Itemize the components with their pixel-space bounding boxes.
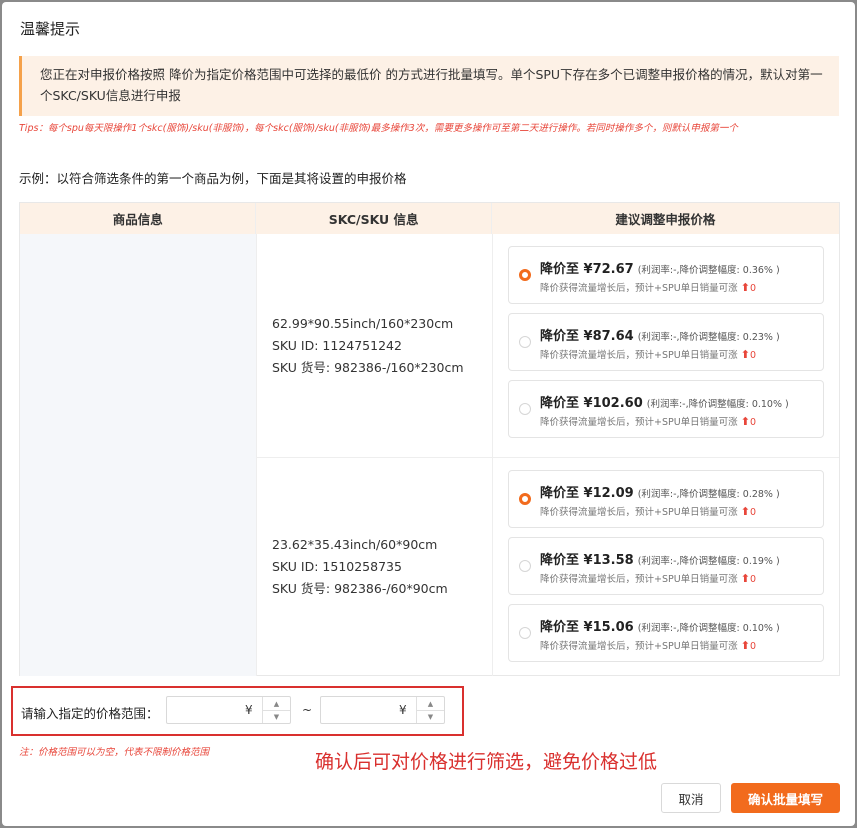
sku-id: SKU ID: 1124751242: [272, 337, 402, 353]
sales-increase: 0: [749, 507, 756, 518]
price-options: 降价至 ¥12.09 (利润率:-,降价调整幅度: 0.28% ) 降价获得流量增…: [508, 470, 824, 671]
option-price: 降价至 ¥13.58: [540, 553, 634, 568]
cancel-button[interactable]: 取消: [661, 783, 721, 813]
price-table: 商品信息 SKC/SKU 信息 建议调整申报价格 62.99*90.55inch…: [19, 202, 840, 676]
option-rate: (利润率:-,降价调整幅度: 0.36% ): [637, 265, 780, 276]
sales-increase: 0: [749, 283, 756, 294]
header-suggested-price: 建议调整申报价格: [615, 212, 716, 227]
product-info-cell: [20, 234, 257, 676]
price-options: 降价至 ¥72.67 (利润率:-,降价调整幅度: 0.36% ) 降价获得流量增…: [508, 246, 824, 447]
option-desc: 降价获得流量增长后，预计+SPU单日销量可涨: [540, 283, 738, 294]
sku-info-cell: 23.62*35.43inch/60*90cm SKU ID: 15102587…: [257, 458, 493, 676]
max-price-stepper[interactable]: ▲ ▼: [416, 697, 444, 723]
warm-tip-dialog: 温馨提示 您正在对申报价格按照 降价为指定价格范围中可选择的最低价 的方式进行批…: [2, 2, 855, 826]
notice-banner: 您正在对申报价格按照 降价为指定价格范围中可选择的最低价 的方式进行批量填写。单…: [19, 56, 839, 116]
radio-unselected[interactable]: [519, 336, 531, 348]
table-header: 商品信息 SKC/SKU 信息 建议调整申报价格: [20, 203, 839, 234]
radio-selected[interactable]: [519, 493, 531, 505]
sku-info-cell: 62.99*90.55inch/160*230cm SKU ID: 112475…: [257, 234, 493, 457]
table-row: 62.99*90.55inch/160*230cm SKU ID: 112475…: [257, 234, 839, 458]
option-rate: (利润率:-,降价调整幅度: 0.28% ): [637, 489, 780, 500]
price-option[interactable]: 降价至 ¥13.58 (利润率:-,降价调整幅度: 0.19% ) 降价获得流量增…: [508, 537, 824, 595]
price-option[interactable]: 降价至 ¥12.09 (利润率:-,降价调整幅度: 0.28% ) 降价获得流量增…: [508, 470, 824, 528]
price-option[interactable]: 降价至 ¥15.06 (利润率:-,降价调整幅度: 0.10% ) 降价获得流量增…: [508, 604, 824, 662]
sales-increase: 0: [749, 641, 756, 652]
arrow-up-icon: ⬆: [740, 415, 750, 428]
price-option[interactable]: 降价至 ¥72.67 (利润率:-,降价调整幅度: 0.36% ) 降价获得流量增…: [508, 246, 824, 304]
arrow-up-icon: ⬆: [740, 572, 750, 585]
option-desc: 降价获得流量增长后，预计+SPU单日销量可涨: [540, 350, 738, 361]
option-desc: 降价获得流量增长后，预计+SPU单日销量可涨: [540, 507, 738, 518]
option-desc: 降价获得流量增长后，预计+SPU单日销量可涨: [540, 641, 738, 652]
option-price: 降价至 ¥12.09: [540, 486, 634, 501]
option-desc: 降价获得流量增长后，预计+SPU单日销量可涨: [540, 417, 738, 428]
radio-unselected[interactable]: [519, 403, 531, 415]
radio-unselected[interactable]: [519, 560, 531, 572]
confirm-batch-fill-button[interactable]: 确认批量填写: [731, 783, 840, 813]
radio-selected[interactable]: [519, 269, 531, 281]
currency-symbol: ¥: [245, 703, 253, 717]
range-separator: ~: [302, 703, 313, 717]
max-price-input[interactable]: ¥ ▲ ▼: [320, 696, 445, 724]
option-desc: 降价获得流量增长后，预计+SPU单日销量可涨: [540, 574, 738, 585]
example-text: 示例：以符合筛选条件的第一个商品为例，下面是其将设置的申报价格: [19, 171, 407, 186]
sku-id: SKU ID: 1510258735: [272, 559, 402, 574]
option-price: 降价至 ¥72.67: [540, 262, 634, 277]
arrow-up-icon: ⬆: [740, 348, 750, 361]
sku-code: SKU 货号: 982386-/160*230cm: [272, 359, 464, 375]
price-range-label: 请输入指定的价格范围：: [21, 706, 159, 721]
price-option[interactable]: 降价至 ¥102.60 (利润率:-,降价调整幅度: 0.10% ) 降价获得流量…: [508, 380, 824, 438]
chevron-down-icon[interactable]: ▼: [417, 710, 444, 723]
option-rate: (利润率:-,降价调整幅度: 0.10% ): [637, 623, 780, 634]
price-range-box: 请输入指定的价格范围： ¥ ▲ ▼ ~ ¥ ▲ ▼: [11, 686, 464, 736]
arrow-up-icon: ⬆: [740, 505, 750, 518]
option-rate: (利润率:-,降价调整幅度: 0.10% ): [646, 399, 789, 410]
header-product-info: 商品信息: [20, 203, 257, 234]
min-price-stepper[interactable]: ▲ ▼: [262, 697, 290, 723]
arrow-up-icon: ⬆: [740, 281, 750, 294]
option-rate: (利润率:-,降价调整幅度: 0.19% ): [637, 556, 780, 567]
radio-unselected[interactable]: [519, 627, 531, 639]
option-price: 降价至 ¥102.60: [540, 396, 643, 411]
sku-spec: 23.62*35.43inch/60*90cm: [272, 537, 438, 552]
option-price: 降价至 ¥15.06: [540, 620, 634, 635]
header-skc-sku-info: SKC/SKU 信息: [256, 203, 492, 234]
chevron-down-icon[interactable]: ▼: [263, 710, 290, 723]
price-option[interactable]: 降价至 ¥87.64 (利润率:-,降价调整幅度: 0.23% ) 降价获得流量增…: [508, 313, 824, 371]
sku-code: SKU 货号: 982386-/60*90cm: [272, 581, 448, 596]
table-row: 23.62*35.43inch/60*90cm SKU ID: 15102587…: [257, 458, 839, 676]
sales-increase: 0: [749, 350, 756, 361]
price-range-note: 注：价格范围可以为空，代表不限制价格范围: [19, 747, 210, 758]
sales-increase: 0: [749, 574, 756, 585]
arrow-up-icon: ⬆: [740, 639, 750, 652]
currency-symbol: ¥: [399, 703, 407, 717]
chevron-up-icon[interactable]: ▲: [263, 697, 290, 710]
option-price: 降价至 ¥87.64: [540, 329, 634, 344]
table-body: 62.99*90.55inch/160*230cm SKU ID: 112475…: [20, 234, 839, 676]
sales-increase: 0: [749, 417, 756, 428]
min-price-input[interactable]: ¥ ▲ ▼: [166, 696, 291, 724]
red-annotation: 确认后可对价格进行筛选，避免价格过低: [315, 751, 658, 773]
option-rate: (利润率:-,降价调整幅度: 0.23% ): [637, 332, 780, 343]
tips-text: Tips：每个spu每天限操作1个skc(服饰)/sku(非服饰)，每个skc(…: [19, 123, 738, 134]
chevron-up-icon[interactable]: ▲: [417, 697, 444, 710]
dialog-title: 温馨提示: [20, 20, 81, 38]
sku-spec: 62.99*90.55inch/160*230cm: [272, 315, 454, 331]
